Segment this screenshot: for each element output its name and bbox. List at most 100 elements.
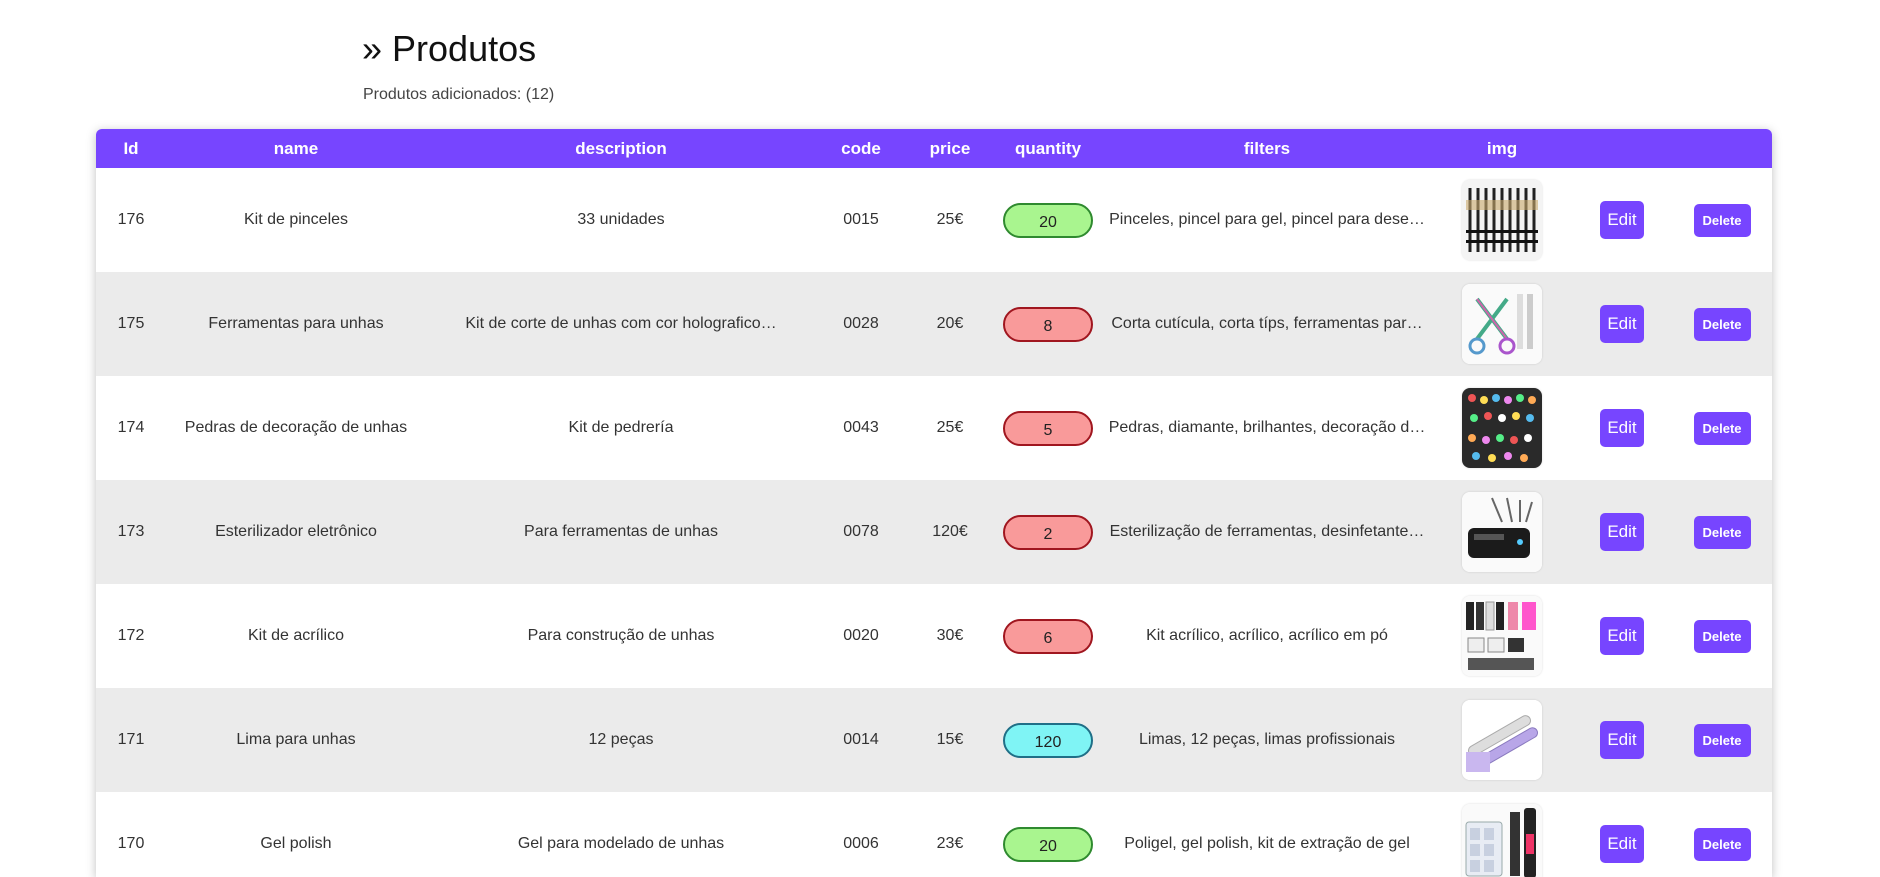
edit-button[interactable]: Edit [1600,201,1644,239]
cell-edit: Edit [1572,480,1672,584]
products-table: Id name description code price quantity … [96,129,1772,877]
table-row: 170 Gel polish Gel para modelado de unha… [96,792,1772,877]
cell-quantity: 120 [994,688,1102,792]
cell-id: 170 [117,835,145,852]
cell-code: 0078 [843,523,879,540]
cell-name: Lima para unhas [236,731,356,748]
cell-delete: Delete [1672,376,1772,480]
gel-polish-image [1462,804,1542,877]
delete-button[interactable]: Delete [1693,515,1751,549]
cell-name: Gel polish [260,835,332,852]
cell-id: 176 [117,211,145,228]
products-count: Produtos adicionados: (12) [363,86,555,103]
cell-id: 174 [117,419,145,436]
cell-name: Kit de pinceles [243,211,349,228]
cell-quantity: 2 [994,480,1102,584]
cell-delete: Delete [1672,168,1772,272]
table-row: 174 Pedras de decoração de unhas Kit de … [96,376,1772,480]
cell-id: 172 [117,627,145,644]
edit-button[interactable]: Edit [1600,825,1644,863]
cell-quantity: 20 [994,168,1102,272]
table-row: 172 Kit de acrílico Para construção de u… [96,584,1772,688]
column-header-code: code [841,138,881,158]
edit-button[interactable]: Edit [1600,409,1644,447]
cell-name: Ferramentas para unhas [208,315,384,332]
quantity-badge: 2 [1003,514,1093,550]
cell-filters: Corta cutícula, corta típs, ferramentas … [1111,315,1423,332]
cell-delete: Delete [1672,272,1772,376]
cell-img [1432,272,1572,376]
cell-price: 15€ [936,731,964,748]
cell-price: 30€ [936,627,964,644]
cell-filters: Pinceles, pincel para gel, pincel para d… [1109,211,1425,228]
cell-name: Esterilizador eletrônico [215,523,377,540]
cell-quantity: 20 [994,792,1102,877]
quantity-badge: 8 [1003,306,1093,342]
cell-name: Kit de acrílico [247,627,345,644]
cell-edit: Edit [1572,272,1672,376]
cell-description: Gel para modelado de unhas [517,835,725,852]
cell-quantity: 5 [994,376,1102,480]
cell-description: 33 unidades [577,211,665,228]
column-header-name: name [273,138,319,158]
delete-button[interactable]: Delete [1693,307,1751,341]
cell-edit: Edit [1572,584,1672,688]
cell-price: 25€ [936,419,964,436]
edit-button[interactable]: Edit [1600,305,1644,343]
cell-description: Para ferramentas de unhas [524,523,718,540]
edit-button[interactable]: Edit [1600,721,1644,759]
cell-price: 120€ [932,523,968,540]
products-table-container: Id name description code price quantity … [96,129,1772,877]
cell-code: 0015 [843,211,879,228]
quantity-badge: 6 [1003,618,1093,654]
cell-img [1432,480,1572,584]
cell-id: 173 [117,523,145,540]
cell-name: Pedras de decoração de unhas [184,419,408,436]
nail-tools-image [1462,284,1542,364]
delete-button[interactable]: Delete [1693,827,1751,861]
brushes-image [1462,180,1542,260]
column-header-price: price [929,138,971,158]
delete-button[interactable]: Delete [1693,723,1751,757]
table-row: 171 Lima para unhas 12 peças 0014 15€ 12… [96,688,1772,792]
cell-id: 175 [117,315,145,332]
cell-delete: Delete [1672,792,1772,877]
cell-edit: Edit [1572,376,1672,480]
delete-button[interactable]: Delete [1693,619,1751,653]
cell-description: Kit de corte de unhas com cor holografic… [465,315,777,332]
column-header-id: Id [123,138,139,158]
cell-edit: Edit [1572,792,1672,877]
cell-filters: Kit acrílico, acrílico, acrílico em pó [1146,627,1388,644]
delete-button[interactable]: Delete [1693,411,1751,445]
column-header-img: img [1486,138,1518,158]
cell-code: 0020 [843,627,879,644]
table-row: 173 Esterilizador eletrônico Para ferram… [96,480,1772,584]
sterilizer-image [1462,492,1542,572]
column-header-edit [1572,129,1672,168]
column-header-delete [1672,129,1772,168]
quantity-badge: 20 [1003,826,1093,862]
cell-quantity: 8 [994,272,1102,376]
cell-edit: Edit [1572,168,1672,272]
acrylic-kit-image [1462,596,1542,676]
cell-img [1432,376,1572,480]
cell-price: 23€ [936,835,964,852]
cell-filters: Pedras, diamante, brilhantes, decoração … [1108,419,1426,436]
edit-button[interactable]: Edit [1600,513,1644,551]
cell-code: 0014 [843,731,879,748]
delete-button[interactable]: Delete [1693,203,1751,237]
cell-quantity: 6 [994,584,1102,688]
edit-button[interactable]: Edit [1600,617,1644,655]
cell-filters: Limas, 12 peças, limas profissionais [1138,731,1396,748]
cell-delete: Delete [1672,688,1772,792]
cell-img [1432,792,1572,877]
cell-description: 12 peças [588,731,654,748]
cell-img [1432,688,1572,792]
rhinestones-image [1462,388,1542,468]
cell-filters: Poligel, gel polish, kit de extração de … [1124,835,1410,852]
table-row: 176 Kit de pinceles 33 unidades 0015 25€… [96,168,1772,272]
cell-img [1432,168,1572,272]
cell-code: 0006 [843,835,879,852]
cell-delete: Delete [1672,480,1772,584]
column-header-description: description [575,138,667,158]
